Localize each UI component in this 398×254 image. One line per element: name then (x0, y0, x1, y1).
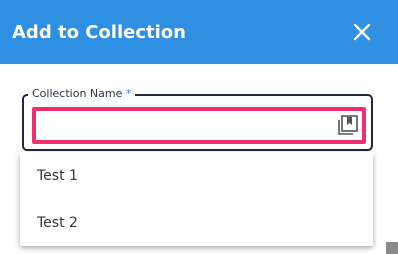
dialog-header: Add to Collection (0, 0, 398, 64)
close-button[interactable] (350, 20, 374, 44)
collection-name-label-text: Collection Name (32, 87, 123, 100)
collection-dropdown: Test 1 Test 2 (20, 152, 373, 246)
collection-bookmark-icon[interactable] (337, 114, 359, 136)
add-to-collection-dialog: Add to Collection Collection Name * Test… (0, 0, 398, 254)
collection-name-input[interactable] (38, 112, 328, 138)
close-icon (353, 23, 371, 41)
dropdown-option-label: Test 1 (37, 167, 78, 184)
dropdown-option[interactable]: Test 1 (20, 152, 373, 199)
collection-name-label: Collection Name * (28, 86, 136, 102)
dropdown-option-label: Test 2 (37, 214, 78, 231)
dialog-title: Add to Collection (12, 21, 186, 43)
dropdown-option[interactable]: Test 2 (20, 199, 373, 246)
required-marker: * (125, 87, 132, 100)
